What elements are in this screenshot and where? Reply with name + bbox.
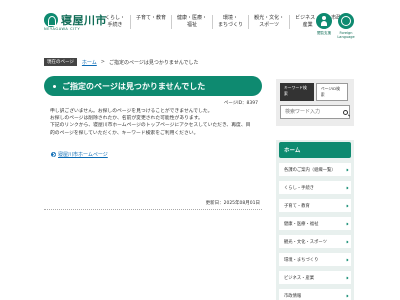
sidebar-item-kosodate[interactable]: 子育て・教育: [279, 199, 351, 212]
foreign-language-label: Foreign Language: [337, 31, 355, 39]
updated-date: 更新日：2025年08月01日: [44, 200, 262, 210]
logo-subtitle: NEYAGAWA CITY: [44, 27, 81, 31]
message-body: 申し訳ございません。お探しのページを見つけることができませんでした。 お探しのペ…: [44, 108, 262, 137]
message-line: 的のページを探していただくか、キーワード検索をご利用ください。: [50, 130, 199, 136]
accessibility-button[interactable]: 閲覧支援: [315, 13, 333, 35]
sidebar-item-label: 健康・医療・福祉: [284, 221, 319, 227]
chevron-right-icon: [345, 276, 349, 279]
main-content: ご指定のページは見つかりませんでした ページID：8397 申し訳ございません。…: [44, 76, 262, 210]
sidebar-search: キーワード検索 ページID検索: [276, 79, 354, 126]
sidebar-item-kurashi[interactable]: くらし・手続き: [279, 181, 351, 194]
search-button[interactable]: [341, 106, 349, 118]
message-line: 申し訳ございません。お探しのページを見つけることができませんでした。: [50, 109, 213, 114]
gnav-item-kurashi[interactable]: くらし・ 手続き: [100, 15, 132, 29]
back-to-top-link[interactable]: 寝屋川市ホームページ: [44, 151, 262, 158]
breadcrumb-home-link[interactable]: ホーム: [82, 59, 97, 66]
tab-page-id-search[interactable]: ページID検索: [315, 83, 348, 101]
chevron-right-icon: [345, 258, 349, 261]
page-id: ページID：8397: [223, 101, 258, 106]
sidebar-nav-home[interactable]: ホーム: [279, 142, 351, 158]
sidebar-item-label: 子育て・教育: [284, 203, 310, 209]
search-box: [280, 105, 350, 119]
chevron-right-icon: [345, 240, 349, 243]
chevron-right-icon: [345, 168, 349, 171]
bullet-dot-icon: [53, 84, 56, 88]
search-tabs: キーワード検索 ページID検索: [280, 83, 350, 101]
message-line: 下記のリンクから、寝屋川市ホームページのトップページにアクセスしていただき、再度…: [50, 123, 251, 129]
search-icon: [342, 109, 348, 115]
gnav-item-kankyo[interactable]: 環境・ まちづくり: [213, 15, 250, 29]
gnav-item-kenko[interactable]: 健康・医療・ 福祉: [172, 15, 214, 29]
chevron-right-icon: [345, 222, 349, 225]
chevron-right-icon: [51, 151, 56, 157]
sidebar-item-kenko[interactable]: 健康・医療・福祉: [279, 217, 351, 230]
tab-keyword-search[interactable]: キーワード検索: [280, 83, 314, 101]
site-header: 寝屋川市 NEYAGAWA CITY くらし・ 手続き 子育て・教育 健康・医療…: [0, 0, 400, 44]
sidebar-item-label: 環境・まちづくり: [284, 257, 319, 263]
sidebar-item-shisei[interactable]: 市政情報: [279, 289, 351, 300]
chevron-right-icon: [345, 294, 349, 297]
chevron-right-icon: [345, 204, 349, 207]
accessibility-person-icon: [316, 13, 332, 29]
breadcrumb-separator: >: [100, 59, 105, 65]
sidebar-item-label: ビジネス・産業: [284, 275, 315, 281]
sidebar-item-soshiki[interactable]: 各課のご案内（組織一覧）: [279, 163, 351, 176]
page-title-text: ご指定のページは見つかりませんでした: [62, 81, 206, 91]
page-title: ご指定のページは見つかりませんでした: [44, 76, 262, 96]
city-emblem-icon: [44, 13, 58, 27]
sidebar-item-kankyo[interactable]: 環境・まちづくり: [279, 253, 351, 266]
sidebar-item-business[interactable]: ビジネス・産業: [279, 271, 351, 284]
globe-icon: [338, 13, 354, 29]
sidebar-item-kanko[interactable]: 観光・文化・スポーツ: [279, 235, 351, 248]
breadcrumb: 現在のページ ホーム > ご指定のページは見つかりませんでした: [44, 58, 199, 66]
back-to-top-link-text[interactable]: 寝屋川市ホームページ: [58, 151, 108, 158]
accessibility-label: 閲覧支援: [317, 31, 331, 35]
breadcrumb-badge: 現在のページ: [44, 58, 77, 66]
chevron-right-icon: [345, 186, 349, 189]
gnav-item-kanko[interactable]: 観光・文化・ スポーツ: [249, 15, 291, 29]
sidebar-item-label: 市政情報: [284, 293, 302, 299]
sidebar-nav: ホーム 各課のご案内（組織一覧） くらし・手続き 子育て・教育 健康・医療・福祉…: [276, 140, 354, 300]
site-logo[interactable]: 寝屋川市: [44, 12, 107, 28]
sidebar-item-label: 観光・文化・スポーツ: [284, 239, 327, 245]
gnav-item-kosodate[interactable]: 子育て・教育: [131, 15, 173, 29]
sidebar-item-label: 各課のご案内（組織一覧）: [284, 167, 336, 173]
search-input[interactable]: [281, 106, 341, 118]
foreign-language-button[interactable]: Foreign Language: [337, 13, 355, 39]
message-line: お探しのページは削除されたか、名前が変更された可能性があります。: [50, 116, 203, 122]
sidebar-item-label: くらし・手続き: [284, 185, 315, 191]
breadcrumb-current: ご指定のページは見つかりませんでした: [108, 59, 199, 66]
